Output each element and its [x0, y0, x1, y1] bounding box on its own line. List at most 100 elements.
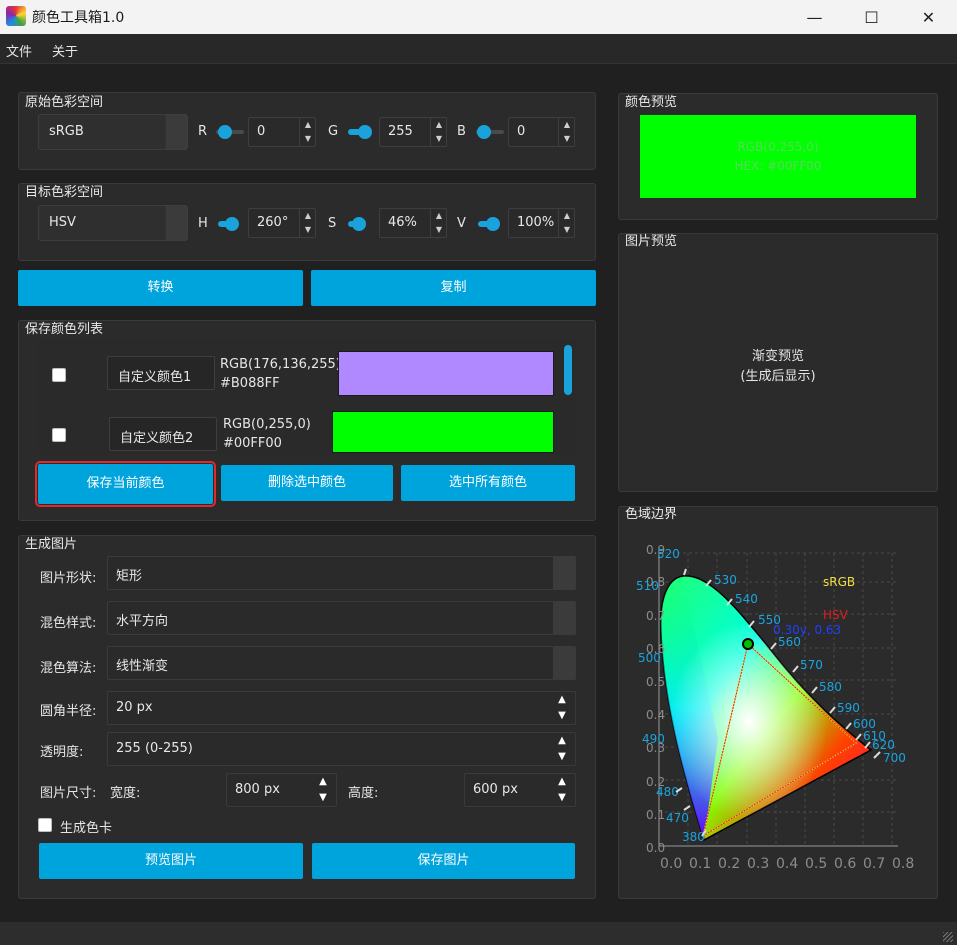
x-tick-labels: 0.0 0.1 0.2 0.3 0.4 0.5 0.6 0.7 0.8 [660, 856, 914, 872]
wl-470: 470 [666, 811, 689, 825]
saved-item-1-hex: #B088FF [220, 376, 280, 391]
maximize-button[interactable]: ☐ [843, 0, 900, 34]
save-current-color-button[interactable]: 保存当前颜色 [35, 461, 216, 507]
v-down-icon[interactable]: ▼ [559, 223, 575, 237]
mix-style-value: 水平方向 [116, 614, 169, 629]
h-up-icon[interactable]: ▲ [300, 209, 316, 223]
menu-bar: 文件 关于 [0, 34, 957, 64]
g-value: 255 [388, 124, 413, 139]
h-label: H [198, 216, 208, 231]
source-space-value: sRGB [49, 124, 84, 139]
h-spinbox[interactable]: 260° ▲ ▼ [248, 208, 316, 238]
height-spinbox[interactable]: 600 px ▲ ▼ [464, 773, 576, 807]
s-label: S [328, 216, 337, 231]
opacity-spinbox[interactable]: 255 (0-255) ▲ ▼ [107, 732, 576, 766]
target-group-title: 目标色彩空间 [25, 185, 104, 200]
height-up-icon[interactable]: ▲ [549, 774, 575, 790]
x-tick-0.2: 0.2 [718, 856, 740, 872]
current-point-label: 0.30y, 0.63 [773, 623, 841, 637]
mix-style-select[interactable]: 水平方向 [107, 601, 576, 635]
dropdown-arrow-icon [165, 206, 187, 240]
saved-item-1-name-field[interactable]: 自定义颜色1 [107, 356, 215, 390]
delete-selected-button[interactable]: 删除选中颜色 [221, 465, 393, 501]
radius-label: 圆角半径: [40, 704, 97, 719]
saved-list-scrollbar[interactable] [564, 345, 572, 395]
saved-item-2-checkbox[interactable] [52, 428, 66, 442]
s-up-icon[interactable]: ▲ [431, 209, 447, 223]
h-value: 260° [257, 215, 289, 230]
b-slider-handle[interactable] [477, 125, 491, 139]
y-tick-0.0: 0.0 [646, 841, 665, 855]
shape-select[interactable]: 矩形 [107, 556, 576, 590]
width-down-icon[interactable]: ▼ [310, 790, 336, 806]
width-up-icon[interactable]: ▲ [310, 774, 336, 790]
v-slider-handle[interactable] [486, 217, 500, 231]
x-tick-0.4: 0.4 [776, 856, 798, 872]
source-space-select[interactable]: sRGB [38, 114, 188, 150]
shape-label: 图片形状: [40, 571, 97, 586]
x-tick-0.3: 0.3 [747, 856, 769, 872]
s-down-icon[interactable]: ▼ [431, 223, 447, 237]
radius-up-icon[interactable]: ▲ [549, 692, 575, 708]
b-spinbox[interactable]: 0 ▲ ▼ [508, 117, 575, 147]
wl-540: 540 [735, 592, 758, 606]
target-space-value: HSV [49, 215, 76, 230]
saved-item-2-swatch [332, 411, 554, 453]
saved-item-2-name-field[interactable]: 自定义颜色2 [109, 417, 217, 451]
app-icon [6, 6, 26, 26]
minimize-button[interactable]: — [786, 0, 843, 34]
r-down-icon[interactable]: ▼ [300, 132, 316, 146]
v-up-icon[interactable]: ▲ [559, 209, 575, 223]
mix-algo-select[interactable]: 线性渐变 [107, 646, 576, 680]
wl-380: 380 [682, 830, 705, 844]
color-preview-hex: HEX: #00FF00 [734, 159, 822, 173]
height-value: 600 px [473, 782, 518, 797]
close-button[interactable]: ✕ [900, 0, 957, 34]
opacity-up-icon[interactable]: ▲ [549, 733, 575, 749]
g-down-icon[interactable]: ▼ [431, 132, 447, 146]
s-slider-handle[interactable] [352, 217, 366, 231]
g-slider-handle[interactable] [358, 125, 372, 139]
r-spinbox[interactable]: 0 ▲ ▼ [248, 117, 316, 147]
v-spinbox[interactable]: 100% ▲ ▼ [508, 208, 575, 238]
b-down-icon[interactable]: ▼ [559, 132, 575, 146]
b-up-icon[interactable]: ▲ [559, 118, 575, 132]
image-preview-title: 图片预览 [625, 234, 678, 249]
menu-file[interactable]: 文件 [6, 41, 32, 60]
select-all-button[interactable]: 选中所有颜色 [401, 465, 575, 501]
r-value: 0 [257, 124, 266, 139]
save-image-button[interactable]: 保存图片 [312, 843, 575, 879]
opacity-down-icon[interactable]: ▼ [549, 749, 575, 765]
target-space-select[interactable]: HSV [38, 205, 188, 241]
copy-button[interactable]: 复制 [311, 270, 596, 306]
window-title: 颜色工具箱1.0 [32, 10, 125, 26]
r-up-icon[interactable]: ▲ [300, 118, 316, 132]
height-down-icon[interactable]: ▼ [549, 790, 575, 806]
dropdown-arrow-icon [553, 647, 575, 679]
saved-item-1-checkbox[interactable] [52, 368, 66, 382]
radius-down-icon[interactable]: ▼ [549, 708, 575, 724]
cie-chromaticity-diagram: 0.9 0.8 0.7 0.6 0.5 0.4 0.3 0.2 0.1 0.0 … [636, 543, 914, 872]
menu-about[interactable]: 关于 [52, 41, 78, 60]
width-label: 宽度: [110, 786, 141, 801]
s-value: 46% [388, 215, 417, 230]
width-spinbox[interactable]: 800 px ▲ ▼ [226, 773, 337, 807]
h-slider-handle[interactable] [225, 217, 239, 231]
resize-grip-icon[interactable] [943, 932, 953, 942]
saved-item-1-rgb: RGB(176,136,255) [220, 357, 341, 372]
preview-image-button[interactable]: 预览图片 [39, 843, 303, 879]
opacity-value: 255 (0-255) [116, 741, 193, 756]
v-label: V [457, 216, 466, 231]
g-spinbox[interactable]: 255 ▲ ▼ [379, 117, 447, 147]
radius-spinbox[interactable]: 20 px ▲ ▼ [107, 691, 576, 725]
h-down-icon[interactable]: ▼ [300, 223, 316, 237]
convert-button[interactable]: 转换 [18, 270, 303, 306]
g-up-icon[interactable]: ▲ [431, 118, 447, 132]
b-value: 0 [517, 124, 526, 139]
r-slider-handle[interactable] [218, 125, 232, 139]
radius-value: 20 px [116, 700, 153, 715]
saved-item-1-swatch [338, 351, 554, 396]
s-spinbox[interactable]: 46% ▲ ▼ [379, 208, 447, 238]
color-card-checkbox[interactable] [38, 818, 52, 832]
saved-item-2-name: 自定义颜色2 [120, 431, 194, 446]
